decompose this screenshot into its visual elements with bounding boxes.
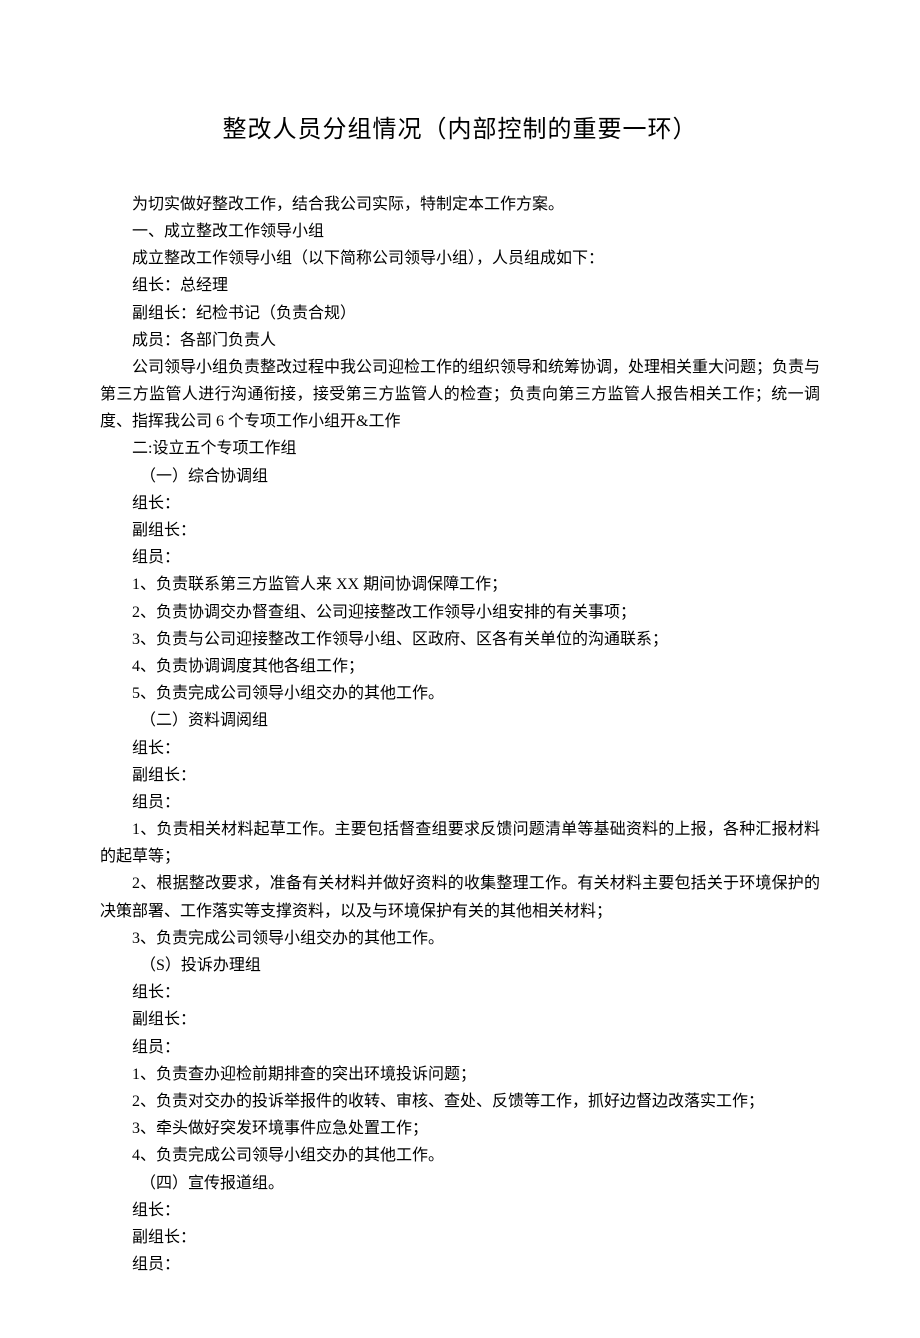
group1-item1: 1、负责联系第三方监管人来 XX 期间协调保障工作； <box>100 571 820 598</box>
group1-item3: 3、负责与公司迎接整改工作领导小组、区政府、区各有关单位的沟通联系； <box>100 626 820 653</box>
group2-name: （二）资料调阅组 <box>100 707 820 734</box>
group3-item2: 2、负责对交办的投诉举报件的收转、审核、查处、反馈等工作，抓好边督边改落实工作； <box>100 1088 820 1115</box>
group3-leader: 组长： <box>100 979 820 1006</box>
section2-heading: 二:设立五个专项工作组 <box>100 435 820 462</box>
group3-item1: 1、负责查办迎检前期排查的突出环境投诉问题； <box>100 1061 820 1088</box>
section1-member: 成员：各部门负责人 <box>100 327 820 354</box>
group4-vice: 副组长： <box>100 1224 820 1251</box>
group1-item5: 5、负责完成公司领导小组交办的其他工作。 <box>100 680 820 707</box>
intro-paragraph: 为切实做好整改工作，结合我公司实际，特制定本工作方案。 <box>100 191 820 218</box>
group4-member: 组员： <box>100 1251 820 1278</box>
group1-leader: 组长： <box>100 490 820 517</box>
section1-vice: 副组长：纪检书记（负责合规） <box>100 300 820 327</box>
group3-member: 组员： <box>100 1034 820 1061</box>
section1-desc: 公司领导小组负责整改过程中我公司迎检工作的组织领导和统筹协调，处理相关重大问题；… <box>100 354 820 436</box>
group2-item3: 3、负责完成公司领导小组交办的其他工作。 <box>100 925 820 952</box>
section1-leader: 组长：总经理 <box>100 272 820 299</box>
group4-name: （四）宣传报道组。 <box>100 1170 820 1197</box>
group1-item4: 4、负责协调调度其他各组工作； <box>100 653 820 680</box>
group1-item2: 2、负责协调交办督查组、公司迎接整改工作领导小组安排的有关事项； <box>100 599 820 626</box>
document-title: 整改人员分组情况（内部控制的重要一环） <box>100 110 820 151</box>
section1-line: 成立整改工作领导小组（以下简称公司领导小组），人员组成如下： <box>100 245 820 272</box>
group2-item1: 1、负责相关材料起草工作。主要包括督查组要求反馈问题清单等基础资料的上报，各种汇… <box>100 816 820 870</box>
group3-vice: 副组长： <box>100 1006 820 1033</box>
group3-name: （S）投诉办理组 <box>100 952 820 979</box>
group4-leader: 组长： <box>100 1197 820 1224</box>
group1-member: 组员： <box>100 544 820 571</box>
group1-name: （一）综合协调组 <box>100 463 820 490</box>
group1-vice: 副组长： <box>100 517 820 544</box>
group2-leader: 组长： <box>100 735 820 762</box>
section1-heading: 一、成立整改工作领导小组 <box>100 218 820 245</box>
group2-member: 组员： <box>100 789 820 816</box>
group3-item3: 3、牵头做好突发环境事件应急处置工作； <box>100 1115 820 1142</box>
group2-item2: 2、根据整改要求，准备有关材料并做好资料的收集整理工作。有关材料主要包括关于环境… <box>100 870 820 924</box>
group2-vice: 副组长： <box>100 762 820 789</box>
group3-item4: 4、负责完成公司领导小组交办的其他工作。 <box>100 1142 820 1169</box>
